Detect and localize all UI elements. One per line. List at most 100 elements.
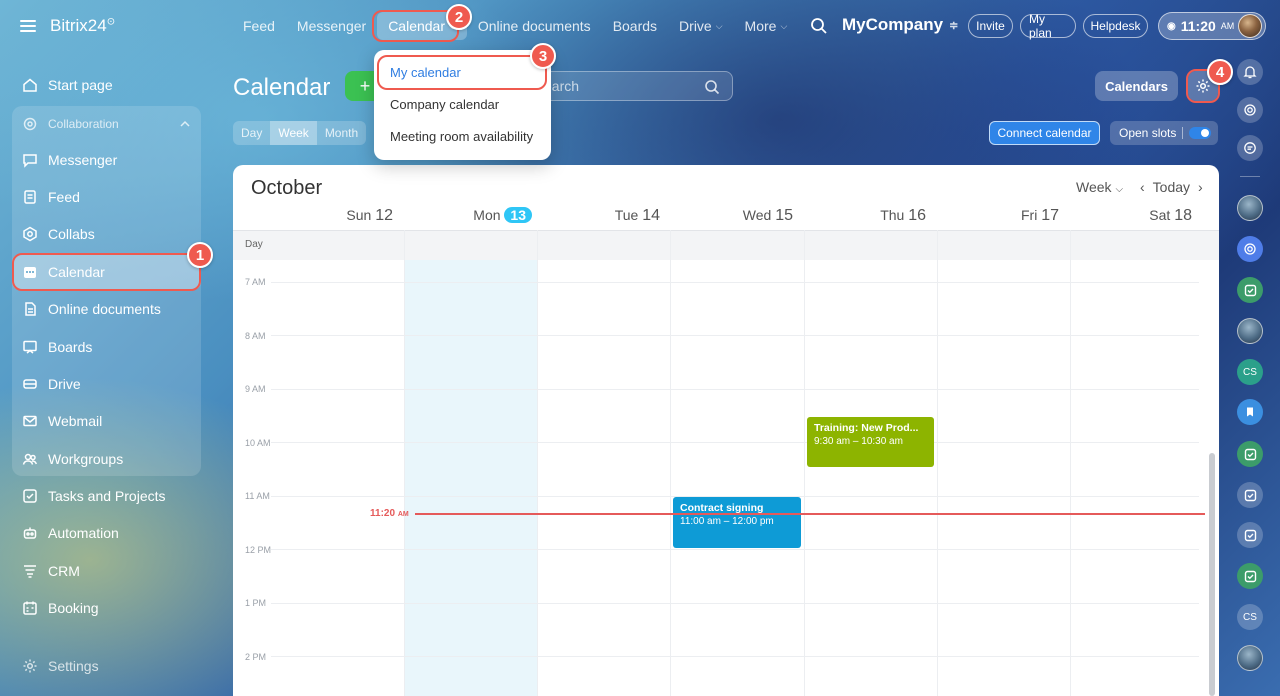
group-chat-cs[interactable]: CS	[1237, 359, 1263, 385]
month-label: October	[251, 177, 323, 199]
sidebar-item-settings[interactable]: Settings	[12, 648, 201, 684]
chevron-down-icon: ⌵	[1115, 184, 1124, 195]
hour-label: 2 PM	[245, 652, 267, 662]
feed-icon	[22, 189, 38, 205]
hour-label: 11 AM	[245, 491, 270, 501]
topnav-drive[interactable]: Drive ⌵	[668, 12, 734, 40]
sidebar-item-boards[interactable]: Boards	[12, 329, 201, 365]
contact-avatar[interactable]	[1237, 195, 1263, 221]
robot-icon	[22, 525, 38, 541]
calendar-event[interactable]: Training: New Prod... 9:30 am – 10:30 am	[807, 417, 934, 467]
helpdesk-button[interactable]: Helpdesk	[1083, 14, 1148, 38]
hour-label: 10 AM	[245, 438, 271, 448]
topnav-feed[interactable]: Feed	[232, 12, 286, 40]
period-select[interactable]: Week ⌵	[1076, 179, 1123, 195]
chevron-right-icon[interactable]: ›	[1198, 179, 1203, 195]
topnav-online-documents[interactable]: Online documents	[467, 12, 602, 40]
brand-logo[interactable]: Bitrix24⊙	[50, 16, 115, 36]
search-icon[interactable]	[810, 17, 828, 35]
view-day[interactable]: Day	[233, 121, 270, 145]
task-chat-icon[interactable]	[1237, 277, 1263, 303]
chevron-left-icon[interactable]: ‹	[1140, 179, 1145, 195]
today-column	[404, 260, 537, 696]
gear-icon	[22, 658, 38, 674]
booking-icon	[22, 600, 38, 616]
contact-avatar[interactable]	[1237, 318, 1263, 344]
hour-label: 9 AM	[245, 384, 266, 394]
calendar-event[interactable]: Contract signing 11:00 am – 12:00 pm	[673, 497, 801, 548]
brand: Bitrix24⊙	[20, 14, 115, 38]
today-button[interactable]: Today	[1153, 179, 1190, 195]
bookmark-icon[interactable]	[1237, 399, 1263, 425]
company-name[interactable]: MyCompany ≑	[842, 15, 958, 35]
calendars-button[interactable]: Calendars	[1095, 71, 1178, 101]
open-slots-toggle[interactable]	[1189, 127, 1212, 139]
contact-avatar[interactable]	[1237, 645, 1263, 671]
calendar-search-input[interactable]: earch	[535, 71, 733, 101]
sidebar-item-start-page[interactable]: Start page	[12, 67, 201, 103]
current-time-label: 11:20 AM	[370, 508, 409, 519]
mail-icon	[22, 413, 38, 429]
sidebar-item-crm[interactable]: CRM	[12, 553, 201, 589]
sidebar-item-messenger[interactable]: Messenger	[12, 142, 201, 178]
all-day-row[interactable]	[233, 230, 1219, 260]
sidebar-item-tasks-and-projects[interactable]: Tasks and Projects	[12, 478, 201, 514]
user-avatar[interactable]	[1238, 14, 1262, 38]
sidebar: Bitrix24⊙ Start page Collaboration Messe…	[0, 0, 213, 696]
sidebar-item-booking[interactable]: Booking	[12, 590, 201, 626]
group-icon	[22, 451, 38, 467]
topnav-messenger[interactable]: Messenger	[286, 12, 377, 40]
group-chat-cs[interactable]: CS	[1237, 604, 1263, 630]
topnav-boards[interactable]: Boards	[602, 12, 668, 40]
notifications-icon[interactable]	[1237, 59, 1263, 85]
all-day-label: Day	[245, 239, 263, 250]
sidebar-item-collabs[interactable]: Collabs	[12, 216, 201, 252]
view-month[interactable]: Month	[317, 121, 366, 145]
home-icon	[22, 77, 38, 93]
sidebar-item-drive[interactable]: Drive	[12, 366, 201, 402]
menu-item-meeting-room-availability[interactable]: Meeting room availability	[374, 121, 551, 151]
collabs-icon	[22, 226, 38, 242]
period-navigation: ‹ Today ›	[1140, 179, 1203, 195]
copilot-icon[interactable]	[1237, 97, 1263, 123]
calendar-grid-card: October Week ⌵ ‹ Today › Sun 12 Mon 13 T…	[233, 165, 1219, 696]
my-plan-button[interactable]: My plan	[1020, 12, 1076, 40]
sidebar-item-webmail[interactable]: Webmail	[12, 403, 201, 439]
current-time-line	[415, 513, 1205, 515]
task-chat-icon[interactable]	[1237, 482, 1263, 508]
chevron-up-icon	[179, 118, 191, 132]
day-header[interactable]: Fri 17	[937, 207, 1059, 229]
drive-icon	[22, 376, 38, 392]
day-header[interactable]: Mon 13	[404, 207, 532, 229]
connect-calendar-button[interactable]: Connect calendar	[989, 121, 1100, 145]
day-header[interactable]: Sat 18	[1070, 207, 1192, 229]
sidebar-item-feed[interactable]: Feed	[12, 179, 201, 215]
invite-button[interactable]: Invite	[968, 14, 1013, 38]
step-badge-1: 1	[187, 242, 213, 268]
day-header[interactable]: Wed 15	[670, 207, 793, 229]
sidebar-item-online-documents[interactable]: Online documents	[12, 291, 201, 327]
hour-label: 12 PM	[245, 545, 272, 555]
task-chat-icon[interactable]	[1237, 563, 1263, 589]
chevron-down-icon: ⌵	[715, 20, 723, 31]
sidebar-item-workgroups[interactable]: Workgroups	[12, 441, 201, 477]
search-icon	[705, 80, 720, 95]
collaboration-group-header[interactable]: Collaboration	[12, 106, 201, 142]
copilot-chat-icon[interactable]	[1237, 236, 1263, 262]
view-week[interactable]: Week	[270, 121, 317, 145]
day-header[interactable]: Tue 14	[537, 207, 660, 229]
chat-bubble-icon[interactable]	[1237, 135, 1263, 161]
collaboration-icon	[22, 116, 38, 132]
task-chat-icon[interactable]	[1237, 441, 1263, 467]
task-chat-icon[interactable]	[1237, 522, 1263, 548]
scrollbar[interactable]	[1209, 453, 1215, 696]
view-switch: Day Week Month	[233, 121, 367, 145]
sidebar-item-automation[interactable]: Automation	[12, 515, 201, 551]
day-header[interactable]: Sun 12	[271, 207, 393, 229]
topnav-more[interactable]: More ⌵	[734, 12, 799, 40]
menu-item-company-calendar[interactable]: Company calendar	[374, 89, 551, 119]
menu-icon[interactable]	[20, 20, 36, 32]
crm-icon	[22, 563, 38, 579]
day-header[interactable]: Thu 16	[804, 207, 926, 229]
open-slots-button[interactable]: Open slots	[1110, 121, 1218, 145]
